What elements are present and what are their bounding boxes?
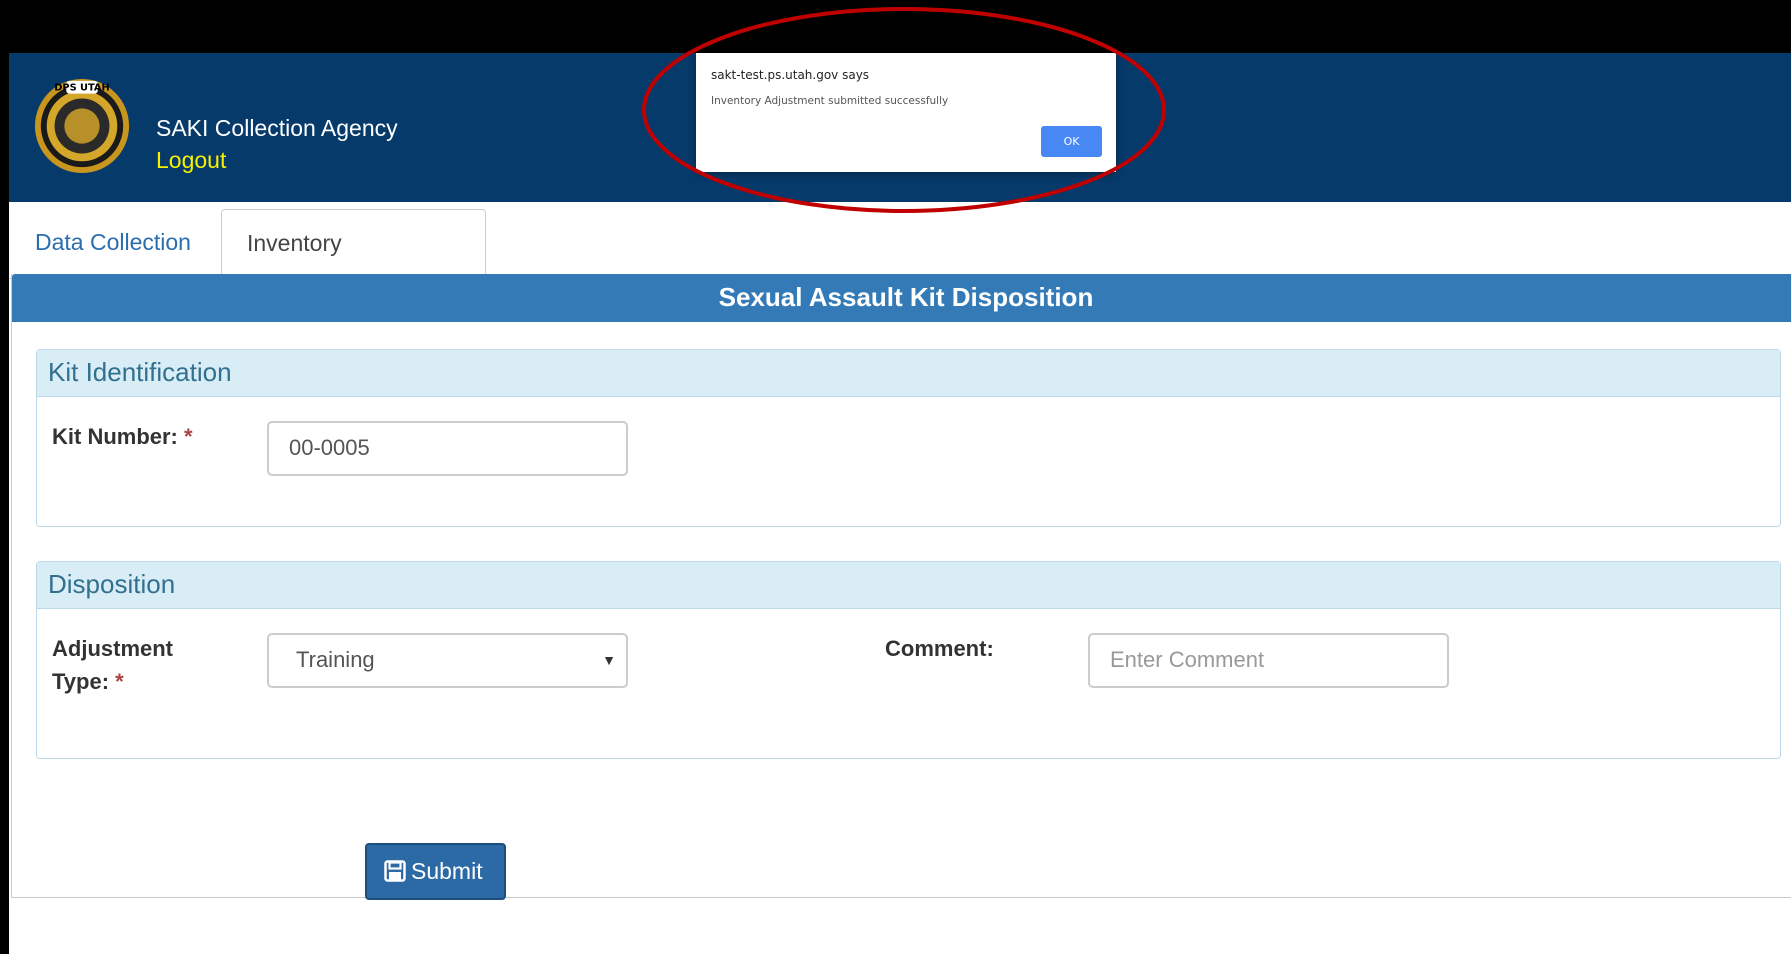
- section-title: Disposition: [37, 562, 1780, 609]
- submit-button[interactable]: Submit: [365, 843, 506, 900]
- utah-dps-seal-icon: DPS UTAH: [34, 78, 130, 174]
- tab-data-collection[interactable]: Data Collection: [10, 209, 216, 277]
- kit-number-label-text: Kit Number:: [52, 424, 178, 449]
- required-marker: *: [184, 424, 193, 449]
- floppy-disk-icon: [384, 860, 406, 882]
- adjustment-type-label-line2: Type: *: [52, 665, 124, 698]
- disposition-panel: Sexual Assault Kit Disposition Kit Ident…: [11, 274, 1791, 900]
- section-title: Kit Identification: [37, 350, 1780, 397]
- comment-input[interactable]: Enter Comment: [1088, 633, 1449, 688]
- adjustment-type-label-text: Type:: [52, 669, 110, 694]
- kit-number-field[interactable]: 00-0005: [267, 421, 628, 476]
- disposition-section: Disposition Adjustment Type: * Training …: [36, 561, 1781, 759]
- panel-title: Sexual Assault Kit Disposition: [12, 274, 1791, 322]
- comment-label: Comment:: [885, 636, 994, 661]
- logo-text: DPS UTAH: [54, 83, 109, 94]
- highlight-circle: [642, 7, 1166, 213]
- submit-label: Submit: [411, 858, 483, 884]
- tab-inventory-adjustment[interactable]: Inventory Adjustment: [221, 209, 486, 322]
- kit-number-label: Kit Number: *: [52, 420, 193, 453]
- required-marker: *: [115, 669, 124, 694]
- adjustment-type-value: Training: [296, 647, 375, 672]
- kit-identification-section: Kit Identification Kit Number: * 00-0005: [36, 349, 1781, 527]
- logout-link[interactable]: Logout: [156, 147, 226, 174]
- agency-name: SAKI Collection Agency: [156, 115, 398, 141]
- adjustment-type-select[interactable]: Training ▼: [267, 633, 628, 688]
- adjustment-type-label-line1: Adjustment: [52, 636, 173, 661]
- chevron-down-icon: ▼: [602, 652, 616, 668]
